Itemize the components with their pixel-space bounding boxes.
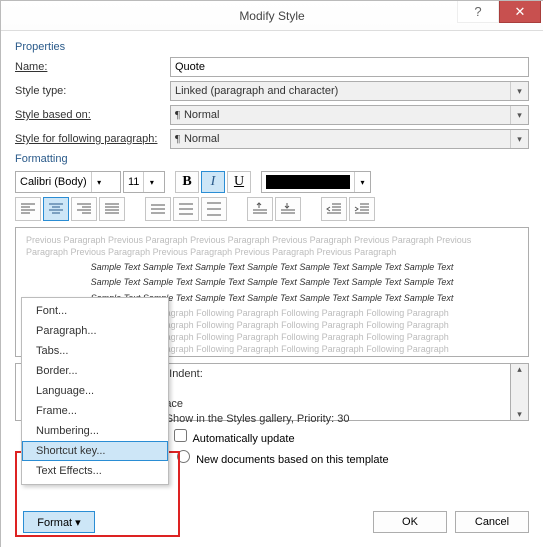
indent-dec-icon [326, 202, 342, 216]
style-type-select[interactable]: Linked (paragraph and character) ▾ [170, 81, 529, 101]
preview-prev2: Paragraph Previous Paragraph Previous Pa… [26, 246, 518, 258]
chevron-down-icon: ▾ [354, 172, 370, 192]
align-center-button[interactable] [43, 197, 69, 221]
align-justify-button[interactable] [99, 197, 125, 221]
following-label: Style for following paragraph: [15, 133, 170, 145]
indent-dec-button[interactable] [321, 197, 347, 221]
align-center-icon [48, 202, 64, 216]
color-swatch [266, 175, 350, 189]
pilcrow-icon: ¶ [175, 109, 180, 121]
space-before-dec-icon [280, 202, 296, 216]
newdocs-label: New documents based on this template [196, 454, 389, 466]
section-formatting: Formatting [15, 153, 529, 165]
chevron-down-icon: ▾ [143, 172, 159, 192]
menu-border[interactable]: Border... [22, 361, 168, 381]
indent-inc-button[interactable] [349, 197, 375, 221]
name-label: Name: [15, 61, 170, 73]
underline-button[interactable]: U [227, 171, 251, 193]
auto-checkbox[interactable] [174, 429, 187, 442]
menu-tabs[interactable]: Tabs... [22, 341, 168, 361]
linespace-1-button[interactable] [145, 197, 171, 221]
menu-font[interactable]: Font... [22, 301, 168, 321]
newdocs-radio[interactable]: New documents based on this template [172, 447, 529, 466]
align-right-icon [76, 202, 92, 216]
size-value: 11 [128, 176, 139, 188]
style-type-label: Style type: [15, 85, 170, 97]
scroll-down-icon: ▾ [511, 409, 528, 420]
space-before-inc-button[interactable] [247, 197, 273, 221]
cancel-button[interactable]: Cancel [455, 511, 529, 533]
preview-sample: Sample Text Sample Text Sample Text Samp… [26, 261, 518, 273]
titlebar: Modify Style ? ✕ [1, 1, 543, 31]
chevron-down-icon: ▾ [510, 82, 528, 100]
linespace-1-icon [150, 202, 166, 216]
based-on-value: Normal [184, 109, 219, 121]
menu-frame[interactable]: Frame... [22, 401, 168, 421]
linespace-15-icon [178, 202, 194, 216]
menu-numbering[interactable]: Numbering... [22, 421, 168, 441]
auto-label: Automatically update [192, 433, 294, 445]
preview-sample: Sample Text Sample Text Sample Text Samp… [26, 276, 518, 288]
menu-text-effects[interactable]: Text Effects... [22, 461, 168, 481]
space-before-inc-icon [252, 202, 268, 216]
italic-button[interactable]: I [201, 171, 225, 193]
linespace-2-icon [206, 202, 222, 216]
style-type-value: Linked (paragraph and character) [175, 85, 338, 97]
close-button[interactable]: ✕ [499, 1, 541, 23]
space-before-dec-button[interactable] [275, 197, 301, 221]
indent-inc-icon [354, 202, 370, 216]
menu-paragraph[interactable]: Paragraph... [22, 321, 168, 341]
linespace-2-button[interactable] [201, 197, 227, 221]
based-on-label: Style based on: [15, 109, 170, 121]
chevron-down-icon: ▾ [510, 130, 528, 148]
size-select[interactable]: 11 ▾ [123, 171, 165, 193]
name-input[interactable] [170, 57, 529, 77]
font-color-select[interactable]: ▾ [261, 171, 371, 193]
chevron-down-icon: ▾ [510, 106, 528, 124]
help-button[interactable]: ? [457, 1, 499, 23]
align-right-button[interactable] [71, 197, 97, 221]
following-select[interactable]: ¶ Normal ▾ [170, 129, 529, 149]
preview-prev: Previous Paragraph Previous Paragraph Pr… [26, 234, 518, 246]
ok-button[interactable]: OK [373, 511, 447, 533]
align-left-icon [20, 202, 36, 216]
section-properties: Properties [15, 41, 529, 53]
desc-scrollbar[interactable]: ▴ ▾ [511, 363, 529, 421]
format-button[interactable]: Format ▾ [23, 511, 95, 533]
following-value: Normal [184, 133, 219, 145]
chevron-down-icon: ▾ [91, 172, 107, 192]
auto-update-check[interactable]: Automatically update [170, 426, 529, 445]
bold-button[interactable]: B [175, 171, 199, 193]
linespace-15-button[interactable] [173, 197, 199, 221]
align-left-button[interactable] [15, 197, 41, 221]
menu-shortcut-key[interactable]: Shortcut key... [22, 441, 168, 461]
scroll-up-icon: ▴ [511, 364, 528, 375]
menu-language[interactable]: Language... [22, 381, 168, 401]
format-menu: Font... Paragraph... Tabs... Border... L… [21, 297, 169, 485]
font-select[interactable]: Calibri (Body) ▾ [15, 171, 121, 193]
newdocs-radio-input[interactable] [177, 450, 190, 463]
pilcrow-icon: ¶ [175, 133, 180, 145]
align-justify-icon [104, 202, 120, 216]
font-value: Calibri (Body) [20, 176, 87, 188]
based-on-select[interactable]: ¶ Normal ▾ [170, 105, 529, 125]
